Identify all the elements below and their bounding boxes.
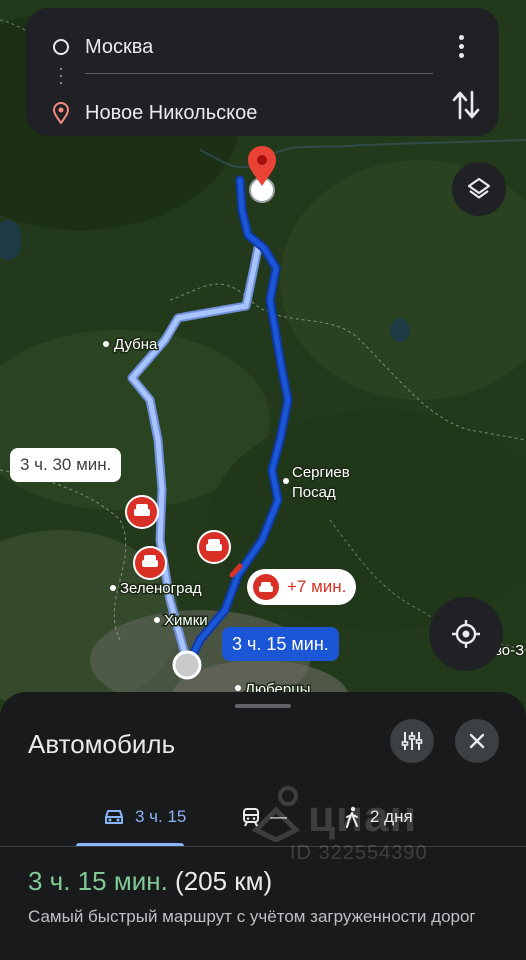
route-description: Самый быстрый маршрут с учётом загруженн… [28,907,476,926]
close-icon [469,733,485,749]
route-card: Москва Новое Никольское [26,8,499,136]
city-dot [283,478,289,484]
destination-field[interactable]: Новое Никольское [85,102,257,125]
sheet-title: Автомобиль [28,729,176,759]
city-label-posad: Посад [292,484,336,501]
tab-transit-label: — [270,807,287,826]
tab-car[interactable]: 3 ч. 15 [103,788,186,846]
summary-distance: (205 км) [175,866,273,896]
route-options-button[interactable] [390,719,434,763]
car-icon [105,810,123,824]
route-dots-icon [60,68,62,90]
crosshair-icon [452,620,480,648]
main-route-time: 3 ч. 15 мин. [232,633,329,654]
tab-transit[interactable]: — [242,788,287,846]
train-icon [243,808,259,827]
city-label-zelenograd: Зеленоград [120,580,202,597]
tab-walk[interactable]: 2 дня [344,788,413,846]
layers-icon [467,177,491,199]
destination-row[interactable]: Новое Никольское [26,88,499,138]
my-location-button[interactable] [429,597,503,671]
travel-mode-tabs: 3 ч. 15 — 2 дня [0,788,526,848]
delay-chip[interactable]: +7 мин. [247,569,357,605]
swap-icon[interactable] [451,88,481,122]
tab-car-label: 3 ч. 15 [135,807,187,826]
more-options-button[interactable] [449,28,473,64]
sliders-icon [401,732,423,750]
alt-route-time-chip[interactable]: 3 ч. 30 мин. [10,448,122,482]
main-route-time-chip[interactable]: 3 ч. 15 мин. [222,627,339,661]
traffic-icon[interactable] [197,530,231,564]
bottom-sheet: Автомобиль 3 ч. 15 — 2 дня 3 ч. 15 мин. … [0,692,526,960]
city-label-dubna: Дубна [114,336,158,353]
origin-row[interactable]: Москва [26,22,499,72]
city-dot [235,685,241,691]
city-label-khimki: Химки [164,612,208,629]
traffic-icon[interactable] [133,546,167,580]
city-label-sergiev: Сергиев [292,464,350,481]
delay-text: +7 мин. [287,577,347,596]
close-button[interactable] [455,719,499,763]
traffic-icon[interactable] [125,495,159,529]
tab-walk-label: 2 дня [370,807,413,826]
city-dot [154,617,160,623]
origin-field[interactable]: Москва [85,36,153,59]
traffic-icon [253,574,279,600]
destination-pin-icon [52,102,70,124]
drag-handle[interactable] [235,704,291,708]
tabs-divider [0,846,526,847]
city-dot [103,341,109,347]
divider [85,73,433,74]
route-summary: 3 ч. 15 мин. (205 км) [28,866,272,897]
walk-icon [346,806,358,828]
origin-marker [172,650,202,680]
city-dot [110,585,116,591]
origin-circle-icon [53,39,69,55]
layers-button[interactable] [452,162,506,216]
alt-route-time: 3 ч. 30 мин. [20,455,112,474]
summary-time: 3 ч. 15 мин. [28,866,168,896]
